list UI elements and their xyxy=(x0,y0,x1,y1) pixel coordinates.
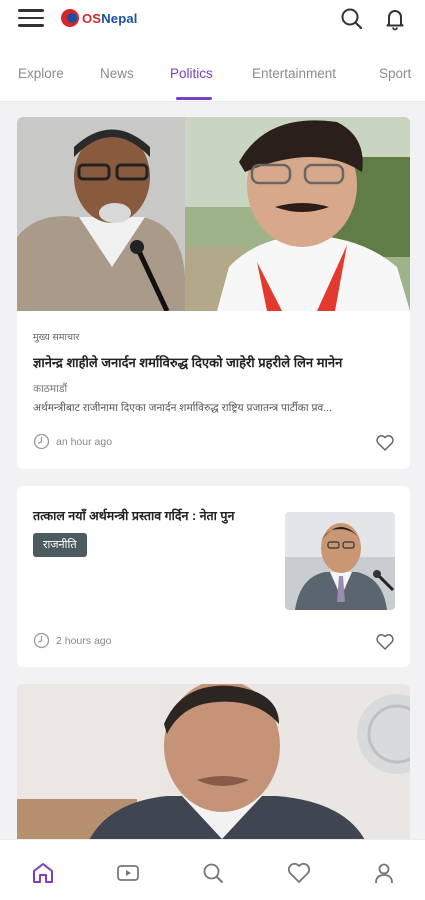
bell-icon[interactable] xyxy=(382,6,408,32)
home-icon[interactable] xyxy=(30,860,56,886)
heart-icon[interactable] xyxy=(286,860,312,886)
category-tabs: Explore News Politics Entertainment Spor… xyxy=(0,40,425,102)
category-tag[interactable]: राजनीति xyxy=(33,533,87,557)
profile-icon[interactable] xyxy=(371,860,397,886)
logo-text-os: OS xyxy=(82,10,102,26)
logo-text-nepal: Nepal xyxy=(101,10,138,26)
article-image xyxy=(17,117,410,311)
tab-news[interactable]: News xyxy=(100,66,134,81)
article-headline[interactable]: तत्काल नयाँ अर्थमन्त्री प्रस्ताव गर्दिन … xyxy=(33,507,283,525)
heart-icon[interactable] xyxy=(375,632,395,652)
article-card[interactable]: मुख्य समाचार ज्ञानेन्द्र शाहीले जनार्दन … xyxy=(17,117,410,469)
menu-icon[interactable] xyxy=(18,9,44,29)
article-excerpt: अर्थमन्त्रीबाट राजीनामा दिएका जनार्दन शर… xyxy=(33,402,333,414)
article-meta: 2 hours ago xyxy=(33,632,111,649)
article-time: 2 hours ago xyxy=(56,634,112,647)
article-time: an hour ago xyxy=(56,435,113,448)
app-logo[interactable]: OSNepal xyxy=(61,8,138,28)
clock-icon xyxy=(33,433,50,450)
search-icon[interactable] xyxy=(339,6,365,32)
article-meta: an hour ago xyxy=(33,433,112,450)
video-icon[interactable] xyxy=(115,860,141,886)
logo-mark-icon xyxy=(61,9,79,27)
article-location: काठमाडौं xyxy=(33,383,68,395)
clock-icon xyxy=(33,632,50,649)
article-card[interactable] xyxy=(17,684,410,844)
logo-text: OSNepal xyxy=(82,11,138,26)
article-thumbnail xyxy=(285,512,395,610)
active-tab-indicator xyxy=(176,97,212,100)
app-header: OSNepal xyxy=(0,0,425,40)
tab-politics[interactable]: Politics xyxy=(170,66,213,81)
article-card[interactable]: तत्काल नयाँ अर्थमन्त्री प्रस्ताव गर्दिन … xyxy=(17,486,410,667)
tab-explore[interactable]: Explore xyxy=(18,66,64,81)
article-category: मुख्य समाचार xyxy=(33,332,80,343)
heart-icon[interactable] xyxy=(375,433,395,453)
tab-sport[interactable]: Sport xyxy=(379,66,411,81)
bottom-navigation xyxy=(0,839,425,900)
article-headline[interactable]: ज्ञानेन्द्र शाहीले जनार्दन शर्माविरुद्ध … xyxy=(33,353,398,371)
tab-entertainment[interactable]: Entertainment xyxy=(252,66,336,81)
article-image xyxy=(17,684,410,844)
search-icon[interactable] xyxy=(200,860,226,886)
